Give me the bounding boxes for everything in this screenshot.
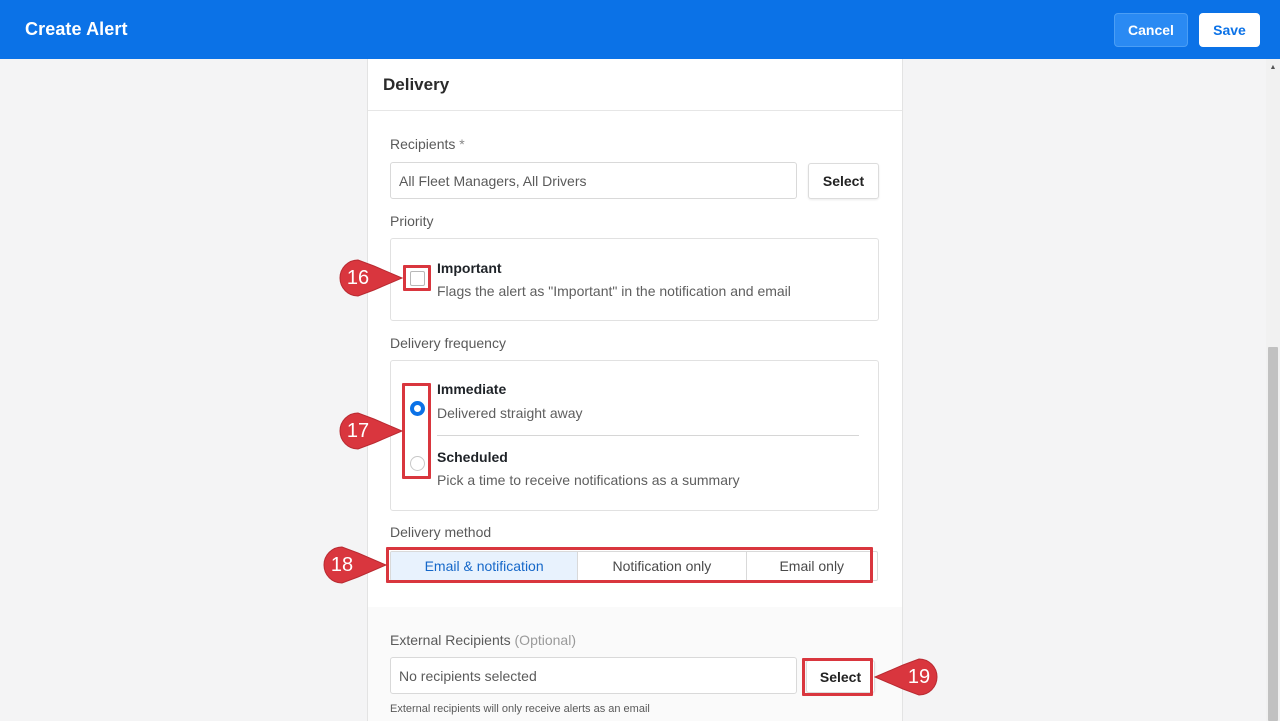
top-bar: Create Alert Cancel Save [0,0,1280,59]
optional-tag: (Optional) [514,632,576,648]
recipients-label: Recipients * [390,136,465,152]
scroll-up-arrow-icon[interactable]: ▲ [1266,59,1280,76]
recipients-select-button[interactable]: Select [808,163,879,199]
save-button[interactable]: Save [1199,13,1260,47]
callout-17: 17 [339,412,403,450]
delivery-method-label: Delivery method [390,524,492,540]
recipients-field[interactable] [390,162,797,199]
page-title: Create Alert [25,19,128,39]
highlight-frequency-radios [402,383,431,479]
callout-18: 18 [323,546,387,584]
cancel-button[interactable]: Cancel [1114,13,1188,47]
scrollbar-thumb[interactable] [1268,347,1278,721]
external-recipients-field[interactable] [390,657,797,694]
priority-box [390,238,879,321]
highlight-external-select [802,658,873,696]
scheduled-title: Scheduled [437,449,508,465]
callout-number: 17 [346,419,370,442]
important-description: Flags the alert as "Important" in the no… [437,283,791,299]
callout-number: 18 [330,553,354,576]
important-title: Important [437,260,502,276]
external-recipients-label: External Recipients (Optional) [390,632,576,648]
scheduled-description: Pick a time to receive notifications as … [437,472,740,488]
highlight-delivery-method [386,547,873,583]
callout-number: 16 [346,266,370,289]
highlight-important-checkbox [403,265,431,291]
callout-number: 19 [907,665,931,688]
callout-16: 16 [339,259,403,297]
immediate-title: Immediate [437,381,507,397]
priority-label: Priority [390,213,434,229]
required-mark: * [459,136,465,152]
external-recipients-help-text: External recipients will only receive al… [390,703,650,715]
section-title: Delivery [383,75,450,94]
card-header: Delivery [368,59,902,111]
frequency-divider [437,435,859,436]
callout-19: 19 [874,658,938,696]
immediate-description: Delivered straight away [437,405,583,421]
delivery-frequency-label: Delivery frequency [390,335,506,351]
